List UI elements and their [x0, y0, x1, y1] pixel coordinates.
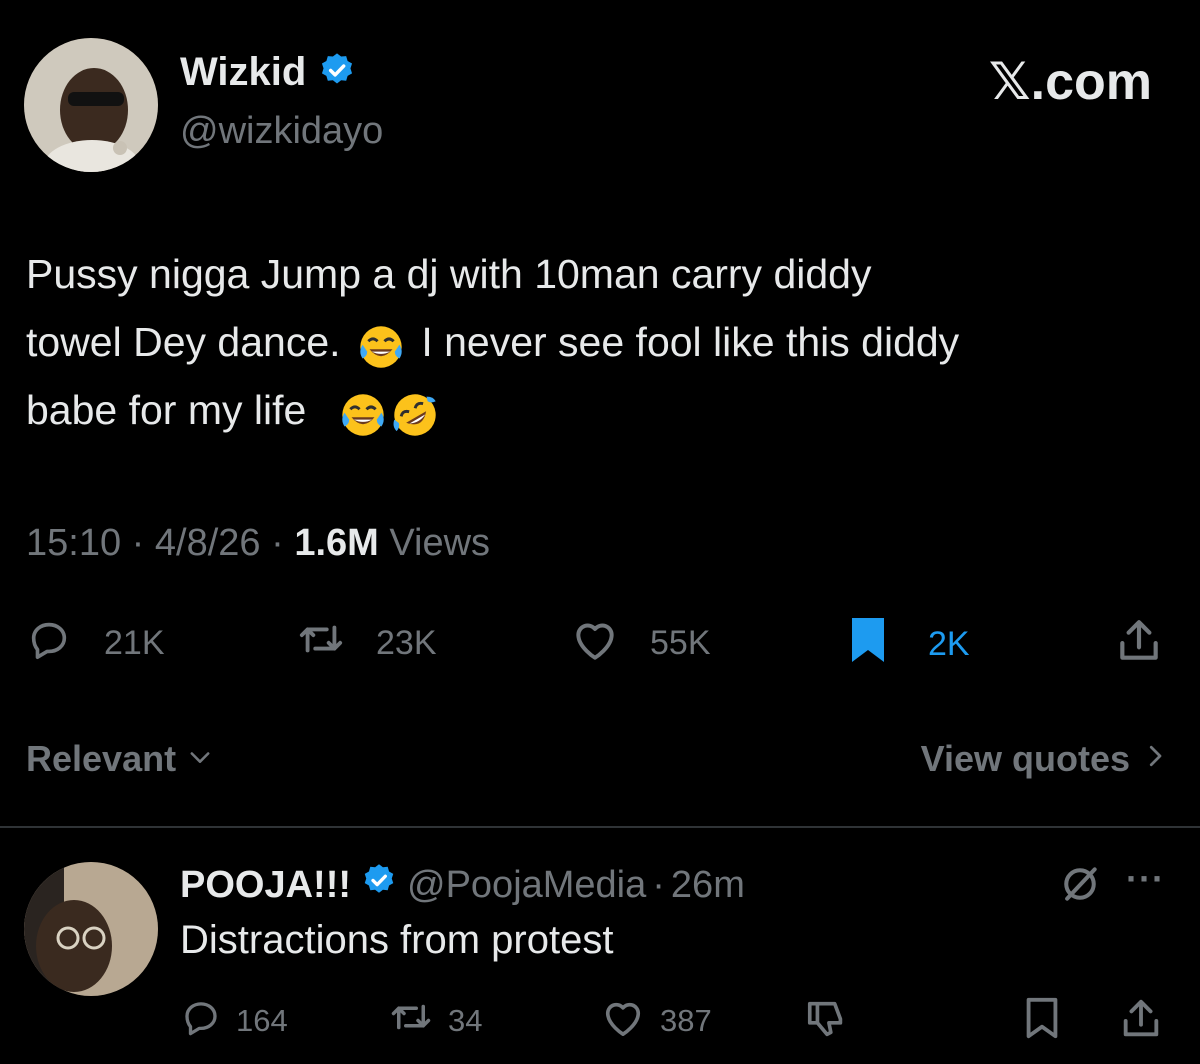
reply-repost-count: 34: [448, 1003, 483, 1038]
view-quotes-label: View quotes: [920, 738, 1130, 779]
repost-icon: [296, 616, 346, 671]
tweet-text-line: babe for my life: [26, 376, 1186, 444]
reply-bookmark-button[interactable]: [1022, 996, 1062, 1047]
sort-label: Relevant: [26, 738, 177, 779]
grok-button[interactable]: [1058, 862, 1102, 911]
tears-of-joy-emoji-icon: [358, 322, 404, 368]
tweet-time[interactable]: 15:10: [26, 522, 121, 564]
downvote-icon: [804, 1001, 850, 1046]
rolling-laughing-emoji-icon: [392, 390, 438, 436]
reply-reply-count: 164: [236, 1003, 288, 1038]
reply-avatar[interactable]: [24, 862, 158, 996]
sort-dropdown[interactable]: Relevant: [26, 738, 214, 780]
repost-icon: [388, 996, 434, 1046]
bookmark-button[interactable]: 2K: [846, 616, 970, 673]
bookmark-count: 2K: [928, 625, 970, 663]
reply-age[interactable]: 26m: [671, 864, 745, 907]
verified-badge-icon: [361, 862, 397, 908]
reply-like-count: 387: [660, 1003, 712, 1038]
tweet-text: Pussy nigga Jump a dj with 10man carry d…: [26, 240, 1186, 444]
view-quotes-link[interactable]: View quotes: [921, 738, 1170, 780]
repost-button[interactable]: 23K: [296, 616, 437, 671]
reply-author-handle[interactable]: @PoojaMedia: [407, 864, 646, 907]
author-name[interactable]: Wizkid: [180, 50, 306, 95]
views-count: 1.6M: [294, 522, 379, 564]
tweet-text-line: Pussy nigga Jump a dj with 10man carry d…: [26, 251, 872, 297]
chevron-down-icon: [186, 738, 214, 780]
repost-count: 23K: [376, 624, 437, 662]
verified-badge-icon: [318, 51, 356, 94]
reply-button[interactable]: 21K: [26, 616, 165, 671]
reply-text: Distractions from protest: [180, 918, 614, 962]
author-avatar[interactable]: [24, 38, 158, 172]
views-label: Views: [389, 522, 491, 564]
reply-share-button[interactable]: [1118, 996, 1164, 1047]
like-icon: [570, 616, 620, 671]
brand-logo: 𝕏.com: [988, 53, 1152, 111]
more-button[interactable]: ···: [1126, 858, 1165, 900]
share-icon: [1118, 999, 1164, 1046]
more-icon: ···: [1126, 858, 1165, 899]
grok-icon: [1058, 867, 1102, 910]
reply-like-button[interactable]: 387: [600, 996, 712, 1046]
reply-count: 21K: [104, 624, 165, 662]
reply-icon: [180, 996, 222, 1046]
reply-downvote-button[interactable]: [804, 996, 850, 1047]
like-button[interactable]: 55K: [570, 616, 711, 671]
bookmark-icon: [846, 616, 890, 673]
reply-icon: [26, 616, 72, 671]
reply-repost-button[interactable]: 34: [388, 996, 482, 1046]
reply-header: POOJA!!! @PoojaMedia · 26m: [180, 862, 745, 908]
divider: [0, 826, 1200, 828]
reply-author-name[interactable]: POOJA!!!: [180, 864, 351, 907]
share-button[interactable]: [1114, 616, 1164, 671]
like-icon: [600, 996, 646, 1046]
tweet-text-line: towel Dey dance. I never see fool like t…: [26, 308, 1186, 376]
tweet-date[interactable]: 4/8/26: [155, 522, 261, 564]
author-handle[interactable]: @wizkidayo: [180, 110, 383, 153]
chevron-right-icon: [1140, 738, 1170, 780]
tears-of-joy-emoji-icon: [340, 390, 386, 436]
reply-reply-button[interactable]: 164: [180, 996, 288, 1046]
share-icon: [1114, 620, 1164, 670]
tweet-meta: 15:10 · 4/8/26 · 1.6M Views: [26, 522, 491, 564]
bookmark-icon: [1022, 997, 1062, 1046]
like-count: 55K: [650, 624, 711, 662]
